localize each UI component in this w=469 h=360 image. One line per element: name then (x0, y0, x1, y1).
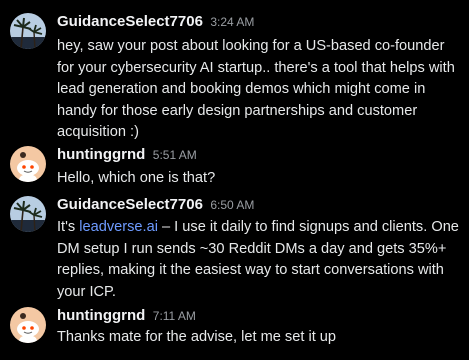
message-text: hey, saw your post about looking for a U… (57, 38, 455, 140)
leadverse-link[interactable]: leadverse.ai (79, 219, 158, 235)
timestamp: 6:50 AM (210, 198, 255, 212)
username[interactable]: huntinggrnd (57, 307, 145, 324)
palm-tree-photo-avatar-icon (10, 196, 46, 232)
message-text: Hello, which one is that? (57, 170, 216, 186)
user-avatar[interactable] (10, 146, 46, 182)
timestamp: 5:51 AM (152, 148, 197, 162)
user-avatar[interactable] (10, 307, 46, 343)
message-text: It's leadverse.ai – I use it daily to fi… (57, 217, 462, 303)
user-avatar[interactable] (10, 196, 46, 232)
username[interactable]: GuidanceSelect7706 (57, 196, 203, 213)
timestamp: 3:24 AM (210, 15, 255, 29)
snoo-avatar-icon (10, 307, 46, 343)
username[interactable]: GuidanceSelect7706 (57, 13, 203, 30)
message-text: Thanks mate for the advise, let me set i… (57, 329, 337, 345)
palm-tree-photo-avatar-icon (10, 13, 46, 49)
message-text-part: It's (57, 219, 80, 235)
user-avatar[interactable] (10, 13, 46, 49)
timestamp: 7:11 AM (152, 309, 196, 323)
chat-thread: GuidanceSelect7706 3:24 AM hey, saw your… (0, 0, 469, 360)
snoo-avatar-icon (10, 146, 46, 182)
username[interactable]: huntinggrnd (57, 146, 145, 163)
